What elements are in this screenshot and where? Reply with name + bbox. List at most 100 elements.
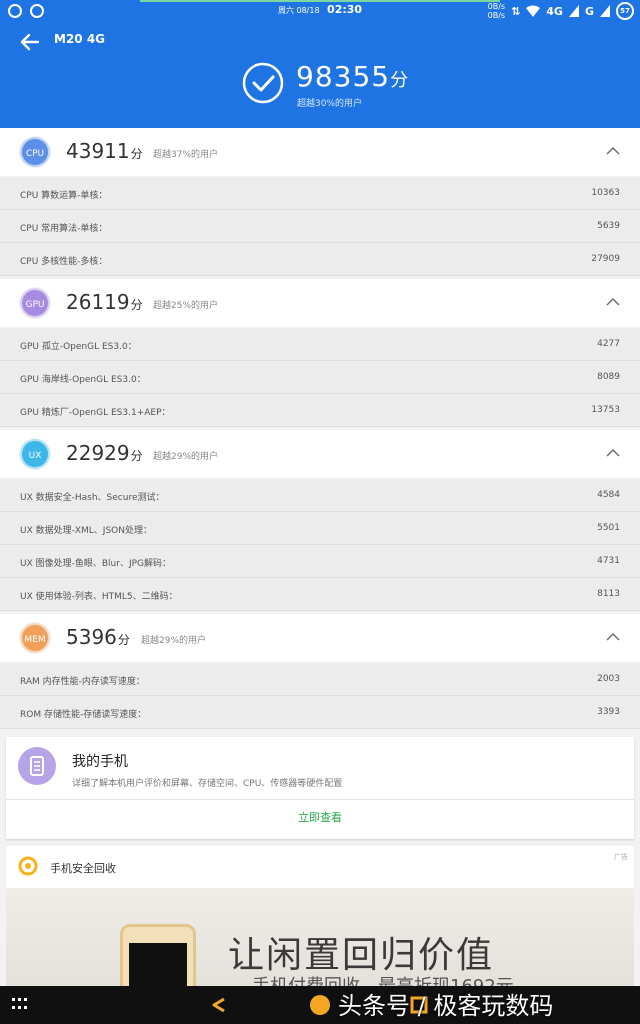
section-score-unit: 分 xyxy=(130,298,143,312)
ad-title: 手机安全回收 xyxy=(50,862,116,875)
view-now-button[interactable]: 立即查看 xyxy=(6,809,634,825)
score-detail-row: RAM 内存性能-内存读写速度： 2003 xyxy=(0,663,640,696)
row-label: UX 数据安全-Hash、Secure测试： xyxy=(20,493,165,503)
score-detail-row: CPU 多核性能-多核： 27909 xyxy=(0,243,640,276)
row-value: 5639 xyxy=(597,221,620,231)
row-label: GPU 精炼厂-OpenGL ES3.1+AEP： xyxy=(20,408,171,418)
section-score: 26119分 xyxy=(66,290,143,314)
total-score-unit: 分 xyxy=(390,70,410,91)
navigation-bar: 头条号 / 极客玩数码 xyxy=(0,986,640,1024)
wifi-icon xyxy=(526,5,541,17)
signal-icon-secondary xyxy=(600,5,610,17)
row-value: 27909 xyxy=(591,254,620,264)
section-score: 5396分 xyxy=(66,625,130,649)
total-score: 98355分 xyxy=(296,60,409,93)
score-detail-row: ROM 存储性能-存储读写速度： 3393 xyxy=(0,696,640,729)
row-value: 4584 xyxy=(597,490,620,500)
cpu-badge-icon: CPU xyxy=(20,137,50,167)
status-progress-line xyxy=(140,0,500,2)
gpu-badge-icon: GPU xyxy=(20,288,50,318)
row-value: 4731 xyxy=(597,556,620,566)
score-header: M20 4G 98355分 超越30%的用户 xyxy=(0,24,640,128)
nav-home-icon[interactable] xyxy=(310,995,330,1015)
ad-banner[interactable]: 让闲置回归价值 手机付费回收，最高折现1692元 xyxy=(6,888,634,986)
row-value: 8113 xyxy=(597,589,620,599)
row-label: ROM 存储性能-存储读写速度： xyxy=(20,710,147,720)
section-score-value: 5396 xyxy=(66,625,117,649)
section-subtitle: 超越29%的用户 xyxy=(153,452,219,462)
row-label: UX 数据处理-XML、JSON处理： xyxy=(20,526,152,536)
section-score-value: 43911 xyxy=(66,139,130,163)
row-label: UX 图像处理-鱼眼、Blur、JPG解码： xyxy=(20,559,171,569)
check-circle-icon xyxy=(242,62,284,104)
section-score: 22929分 xyxy=(66,441,143,465)
chevron-up-icon[interactable] xyxy=(606,630,620,644)
my-phone-description: 详细了解本机用户评价和屏幕、存储空间、CPU、传感器等硬件配置 xyxy=(72,779,343,789)
section-subtitle: 超越29%的用户 xyxy=(141,636,207,646)
score-detail-row: UX 使用体验-列表、HTML5、二维码： 8113 xyxy=(0,578,640,611)
my-phone-card: 我的手机 详细了解本机用户评价和屏幕、存储空间、CPU、传感器等硬件配置 立即查… xyxy=(6,737,634,839)
section-score-value: 26119 xyxy=(66,290,130,314)
network-type-secondary: G xyxy=(584,4,594,18)
row-value: 10363 xyxy=(591,188,620,198)
menu-grid-icon[interactable] xyxy=(12,998,28,1010)
section-score: 43911分 xyxy=(66,139,143,163)
device-name: M20 4G xyxy=(54,32,106,46)
chevron-up-icon[interactable] xyxy=(606,446,620,460)
row-value: 8089 xyxy=(597,372,620,382)
watermark: 头条号 / 极客玩数码 xyxy=(338,992,554,1020)
ux-badge-icon: UX xyxy=(20,439,50,469)
score-detail-row: UX 图像处理-鱼眼、Blur、JPG解码： 4731 xyxy=(0,545,640,578)
total-score-subtitle: 超越30%的用户 xyxy=(297,99,363,109)
score-detail-row: UX 数据安全-Hash、Secure测试： 4584 xyxy=(0,479,640,512)
ad-card[interactable]: 手机安全回收 广告 让闲置回归价值 手机付费回收，最高折现1692元 xyxy=(6,846,634,986)
section-header-mem[interactable]: MEM 5396分 超越29%的用户 xyxy=(0,614,640,662)
row-label: CPU 算数运算-单核： xyxy=(20,191,108,201)
row-label: GPU 海岸线-OpenGL ES3.0： xyxy=(20,375,146,385)
mem-badge-icon: MEM xyxy=(20,623,50,653)
section-score-value: 22929 xyxy=(66,441,130,465)
score-detail-row: UX 数据处理-XML、JSON处理： 5501 xyxy=(0,512,640,545)
phone-image xyxy=(120,924,196,986)
chevron-up-icon[interactable] xyxy=(606,144,620,158)
my-phone-title: 我的手机 xyxy=(72,754,128,770)
back-arrow-icon[interactable] xyxy=(18,30,42,54)
data-transfer-icon: ⇅ xyxy=(511,4,521,18)
total-score-value: 98355 xyxy=(296,60,391,93)
section-subtitle: 超越25%的用户 xyxy=(153,301,219,311)
battery-icon: 57 xyxy=(616,2,634,20)
section-score-unit: 分 xyxy=(117,633,130,647)
chevron-up-icon[interactable] xyxy=(606,295,620,309)
row-label: UX 使用体验-列表、HTML5、二维码： xyxy=(20,592,178,602)
score-detail-row: CPU 算数运算-单核： 10363 xyxy=(0,177,640,210)
row-value: 13753 xyxy=(591,405,620,415)
status-right-icons: 0B/s 0B/s ⇅ 4G G 57 xyxy=(488,2,634,20)
row-value: 3393 xyxy=(597,707,620,717)
phone-screen xyxy=(129,943,187,986)
score-detail-row: GPU 精炼厂-OpenGL ES3.1+AEP： 13753 xyxy=(0,394,640,427)
section-score-unit: 分 xyxy=(130,449,143,463)
score-detail-row: CPU 常用算法-单核： 5639 xyxy=(0,210,640,243)
score-detail-row: GPU 海岸线-OpenGL ES3.0： 8089 xyxy=(0,361,640,394)
score-detail-row: GPU 孤立-OpenGL ES3.0： 4277 xyxy=(0,328,640,361)
row-label: CPU 多核性能-多核： xyxy=(20,257,108,267)
row-label: CPU 常用算法-单核： xyxy=(20,224,108,234)
phone-info-icon xyxy=(18,747,56,785)
ad-subline: 手机付费回收，最高折现1692元 xyxy=(252,972,514,986)
row-value: 4277 xyxy=(597,339,620,349)
net-speed: 0B/s 0B/s xyxy=(488,2,505,20)
row-value: 5501 xyxy=(597,523,620,533)
status-date: 周六 08/18 xyxy=(277,6,320,15)
net-speed-up: 0B/s xyxy=(487,2,506,11)
section-header-cpu[interactable]: CPU 43911分 超越37%的用户 xyxy=(0,128,640,176)
signal-icon xyxy=(568,5,579,17)
section-subtitle: 超越37%的用户 xyxy=(153,150,219,160)
row-value: 2003 xyxy=(597,674,620,684)
section-header-gpu[interactable]: GPU 26119分 超越25%的用户 xyxy=(0,279,640,327)
recycle-logo-icon xyxy=(18,856,38,876)
network-type: 4G xyxy=(546,4,563,18)
ad-headline: 让闲置回归价值 xyxy=(228,935,495,976)
nav-back-icon[interactable] xyxy=(210,996,228,1014)
row-label: RAM 内存性能-内存读写速度： xyxy=(20,677,145,687)
section-header-ux[interactable]: UX 22929分 超越29%的用户 xyxy=(0,430,640,478)
